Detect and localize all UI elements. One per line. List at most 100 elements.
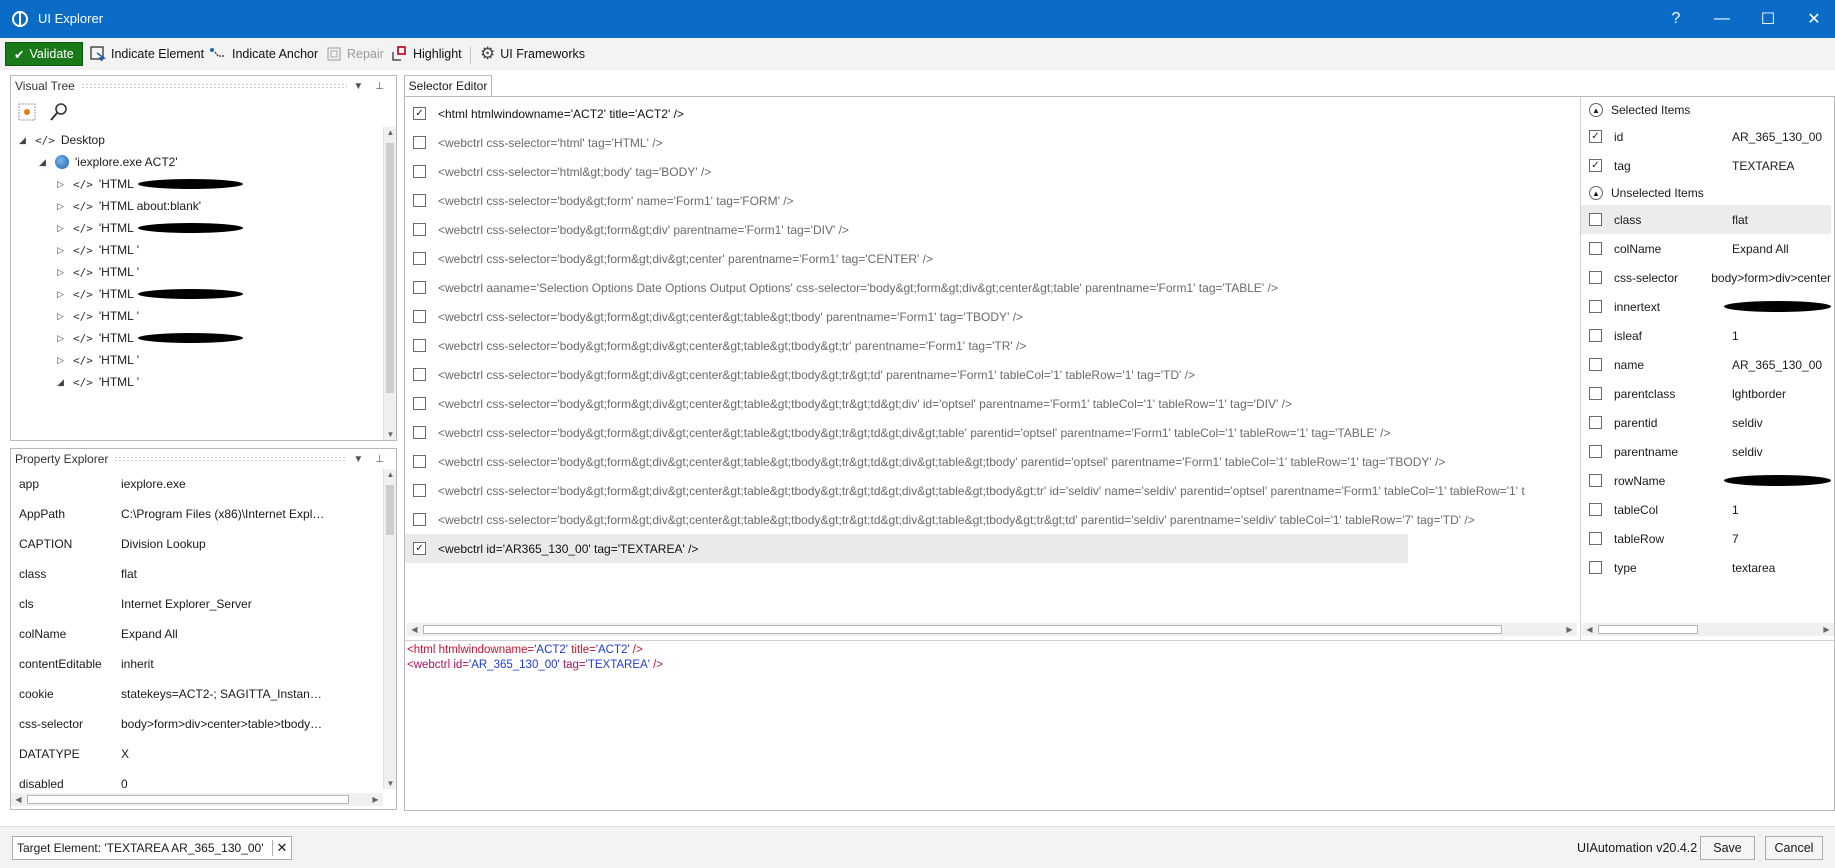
selected-items-group[interactable]: ▲ Selected Items	[1581, 99, 1690, 121]
collapsed-arrow-icon[interactable]: ▷	[57, 311, 69, 322]
target-element-chip[interactable]: Target Element: 'TEXTAREA AR_365_130_00'…	[12, 836, 293, 860]
scroll-right-icon[interactable]: ▶	[1820, 625, 1833, 634]
checkbox[interactable]	[413, 310, 426, 323]
checkbox[interactable]	[413, 281, 426, 294]
scroll-thumb[interactable]	[1598, 625, 1698, 634]
checkbox[interactable]	[413, 165, 426, 178]
minimize-button[interactable]: —	[1699, 0, 1745, 38]
selector-row[interactable]: <webctrl css-selector='html' tag='HTML' …	[405, 128, 1405, 157]
pin-icon[interactable]: ⊥	[375, 454, 396, 465]
scroll-right-icon[interactable]: ▶	[369, 795, 382, 804]
maximize-button[interactable]: ☐	[1745, 0, 1791, 38]
checkbox[interactable]	[413, 194, 426, 207]
checkbox[interactable]	[413, 513, 426, 526]
checkbox[interactable]	[1589, 358, 1602, 371]
checkbox[interactable]	[1589, 416, 1602, 429]
checkbox[interactable]	[1589, 532, 1602, 545]
collapsed-arrow-icon[interactable]: ▷	[57, 223, 69, 234]
pin-icon[interactable]: ⊥	[375, 81, 396, 92]
tree-node-html[interactable]: ▷ </> 'HTML '	[57, 261, 139, 283]
tree-node-html[interactable]: ▷ </> 'HTML '	[57, 305, 139, 327]
property-row[interactable]: cookie statekeys=ACT2-; SAGITTA_InstanceI…	[11, 679, 326, 709]
attribute-row[interactable]: parentname seldiv	[1581, 437, 1831, 466]
checked-checkbox[interactable]: ✓	[413, 107, 426, 120]
scroll-up-icon[interactable]: ▲	[384, 128, 397, 137]
panel-menu-icon[interactable]: ▼	[353, 454, 375, 465]
collapsed-arrow-icon[interactable]: ▷	[57, 355, 69, 366]
collapsed-arrow-icon[interactable]: ▷	[57, 201, 69, 212]
collapsed-arrow-icon[interactable]: ▷	[57, 289, 69, 300]
visual-tree-scrollbar[interactable]: ▲ ▼	[383, 127, 396, 440]
checkbox[interactable]	[413, 223, 426, 236]
checkbox[interactable]	[1589, 300, 1602, 313]
validate-button[interactable]: ✔ Validate	[5, 42, 83, 66]
selector-preview[interactable]: <html htmlwindowname='ACT2' title='ACT2'…	[407, 643, 1807, 673]
checked-checkbox[interactable]: ✓	[1589, 130, 1602, 143]
checkbox[interactable]	[413, 252, 426, 265]
highlight-button[interactable]: Highlight	[386, 42, 466, 66]
property-row[interactable]: AppPath C:\Program Files (x86)\Internet E…	[11, 499, 326, 529]
checkbox[interactable]	[413, 484, 426, 497]
drag-grip[interactable]	[80, 83, 348, 89]
attribute-row[interactable]: parentclass lghtborder	[1581, 379, 1831, 408]
checkbox[interactable]	[1589, 242, 1602, 255]
tree-node-html[interactable]: ▷ </> 'HTML	[57, 283, 243, 305]
attribute-row[interactable]: isleaf 1	[1581, 321, 1831, 350]
checkbox[interactable]	[1589, 387, 1602, 400]
attribute-row[interactable]: ✓ id AR_365_130_00	[1581, 122, 1831, 151]
selector-row[interactable]: <webctrl css-selector='body&gt;form&gt;d…	[405, 331, 1405, 360]
selector-row[interactable]: <webctrl css-selector='body&gt;form&gt;d…	[405, 302, 1405, 331]
selector-hscrollbar[interactable]: ◀ ▶	[407, 623, 1577, 636]
checked-checkbox[interactable]: ✓	[1589, 159, 1602, 172]
collapse-up-icon[interactable]: ▲	[1589, 186, 1603, 200]
selector-row[interactable]: <webctrl css-selector='body&gt;form&gt;d…	[405, 389, 1405, 418]
collapsed-arrow-icon[interactable]: ▷	[57, 179, 69, 190]
attribute-row[interactable]: innertext	[1581, 292, 1831, 321]
ui-frameworks-button[interactable]: ⚙ UI Frameworks	[476, 42, 589, 66]
checkbox[interactable]	[413, 426, 426, 439]
attribute-row[interactable]: colName Expand All	[1581, 234, 1831, 263]
tree-node-html[interactable]: ▷ </> 'HTML '	[57, 239, 139, 261]
close-button[interactable]: ✕	[1791, 0, 1835, 38]
help-button[interactable]: ?	[1653, 0, 1699, 38]
unselected-items-group[interactable]: ▲ Unselected Items	[1581, 182, 1704, 204]
collapsed-arrow-icon[interactable]: ▷	[57, 245, 69, 256]
selector-row[interactable]: <webctrl css-selector='body&gt;form&gt;d…	[405, 244, 1405, 273]
tree-node-html[interactable]: ◢ </> 'HTML '	[57, 371, 139, 393]
selector-row[interactable]: <webctrl aaname='Selection Options Date …	[405, 273, 1405, 302]
selector-row[interactable]: <webctrl css-selector='html&gt;body' tag…	[405, 157, 1405, 186]
close-icon[interactable]: ✕	[271, 840, 287, 856]
attribute-row[interactable]: type textarea	[1581, 553, 1831, 582]
checkbox[interactable]	[1589, 213, 1602, 226]
scroll-left-icon[interactable]: ◀	[408, 625, 421, 634]
checkbox[interactable]	[413, 368, 426, 381]
scroll-down-icon[interactable]: ▼	[384, 430, 397, 439]
expanded-arrow-icon[interactable]: ◢	[39, 157, 51, 168]
collapse-up-icon[interactable]: ▲	[1589, 103, 1603, 117]
attribute-row[interactable]: class flat	[1581, 205, 1831, 234]
tree-node-html[interactable]: ▷ </> 'HTML	[57, 217, 243, 239]
property-scrollbar[interactable]: ▲ ▼	[383, 469, 396, 789]
property-row[interactable]: app iexplore.exe	[11, 469, 326, 499]
property-row[interactable]: colName Expand All	[11, 619, 326, 649]
attributes-hscrollbar[interactable]: ◀ ▶	[1582, 623, 1834, 636]
selector-row[interactable]: ✓ <html htmlwindowname='ACT2' title='ACT2…	[405, 99, 1405, 128]
tree-node-html[interactable]: ▷ </> 'HTML	[57, 327, 243, 349]
tree-node-desktop[interactable]: ◢ </> Desktop	[19, 129, 105, 151]
selector-row-selected[interactable]: ✓ <webctrl id='AR365_130_00' tag='TEXTARE…	[405, 534, 1408, 563]
property-row[interactable]: DATATYPE X	[11, 739, 326, 769]
property-row[interactable]: cls Internet Explorer_Server	[11, 589, 326, 619]
attribute-row[interactable]: ✓ tag TEXTAREA	[1581, 151, 1831, 180]
expanded-arrow-icon[interactable]: ◢	[57, 377, 69, 388]
checkbox[interactable]	[1589, 474, 1602, 487]
scroll-right-icon[interactable]: ▶	[1563, 625, 1576, 634]
cancel-button[interactable]: Cancel	[1765, 836, 1823, 860]
refresh-tree-icon[interactable]	[17, 102, 37, 122]
checkbox[interactable]	[1589, 503, 1602, 516]
attribute-row[interactable]: name AR_365_130_00	[1581, 350, 1831, 379]
property-row[interactable]: contentEditable inherit	[11, 649, 326, 679]
checkbox[interactable]	[1589, 445, 1602, 458]
scroll-thumb[interactable]	[386, 143, 394, 393]
selector-row[interactable]: <webctrl css-selector='body&gt;form' nam…	[405, 186, 1405, 215]
checkbox[interactable]	[1589, 271, 1602, 284]
